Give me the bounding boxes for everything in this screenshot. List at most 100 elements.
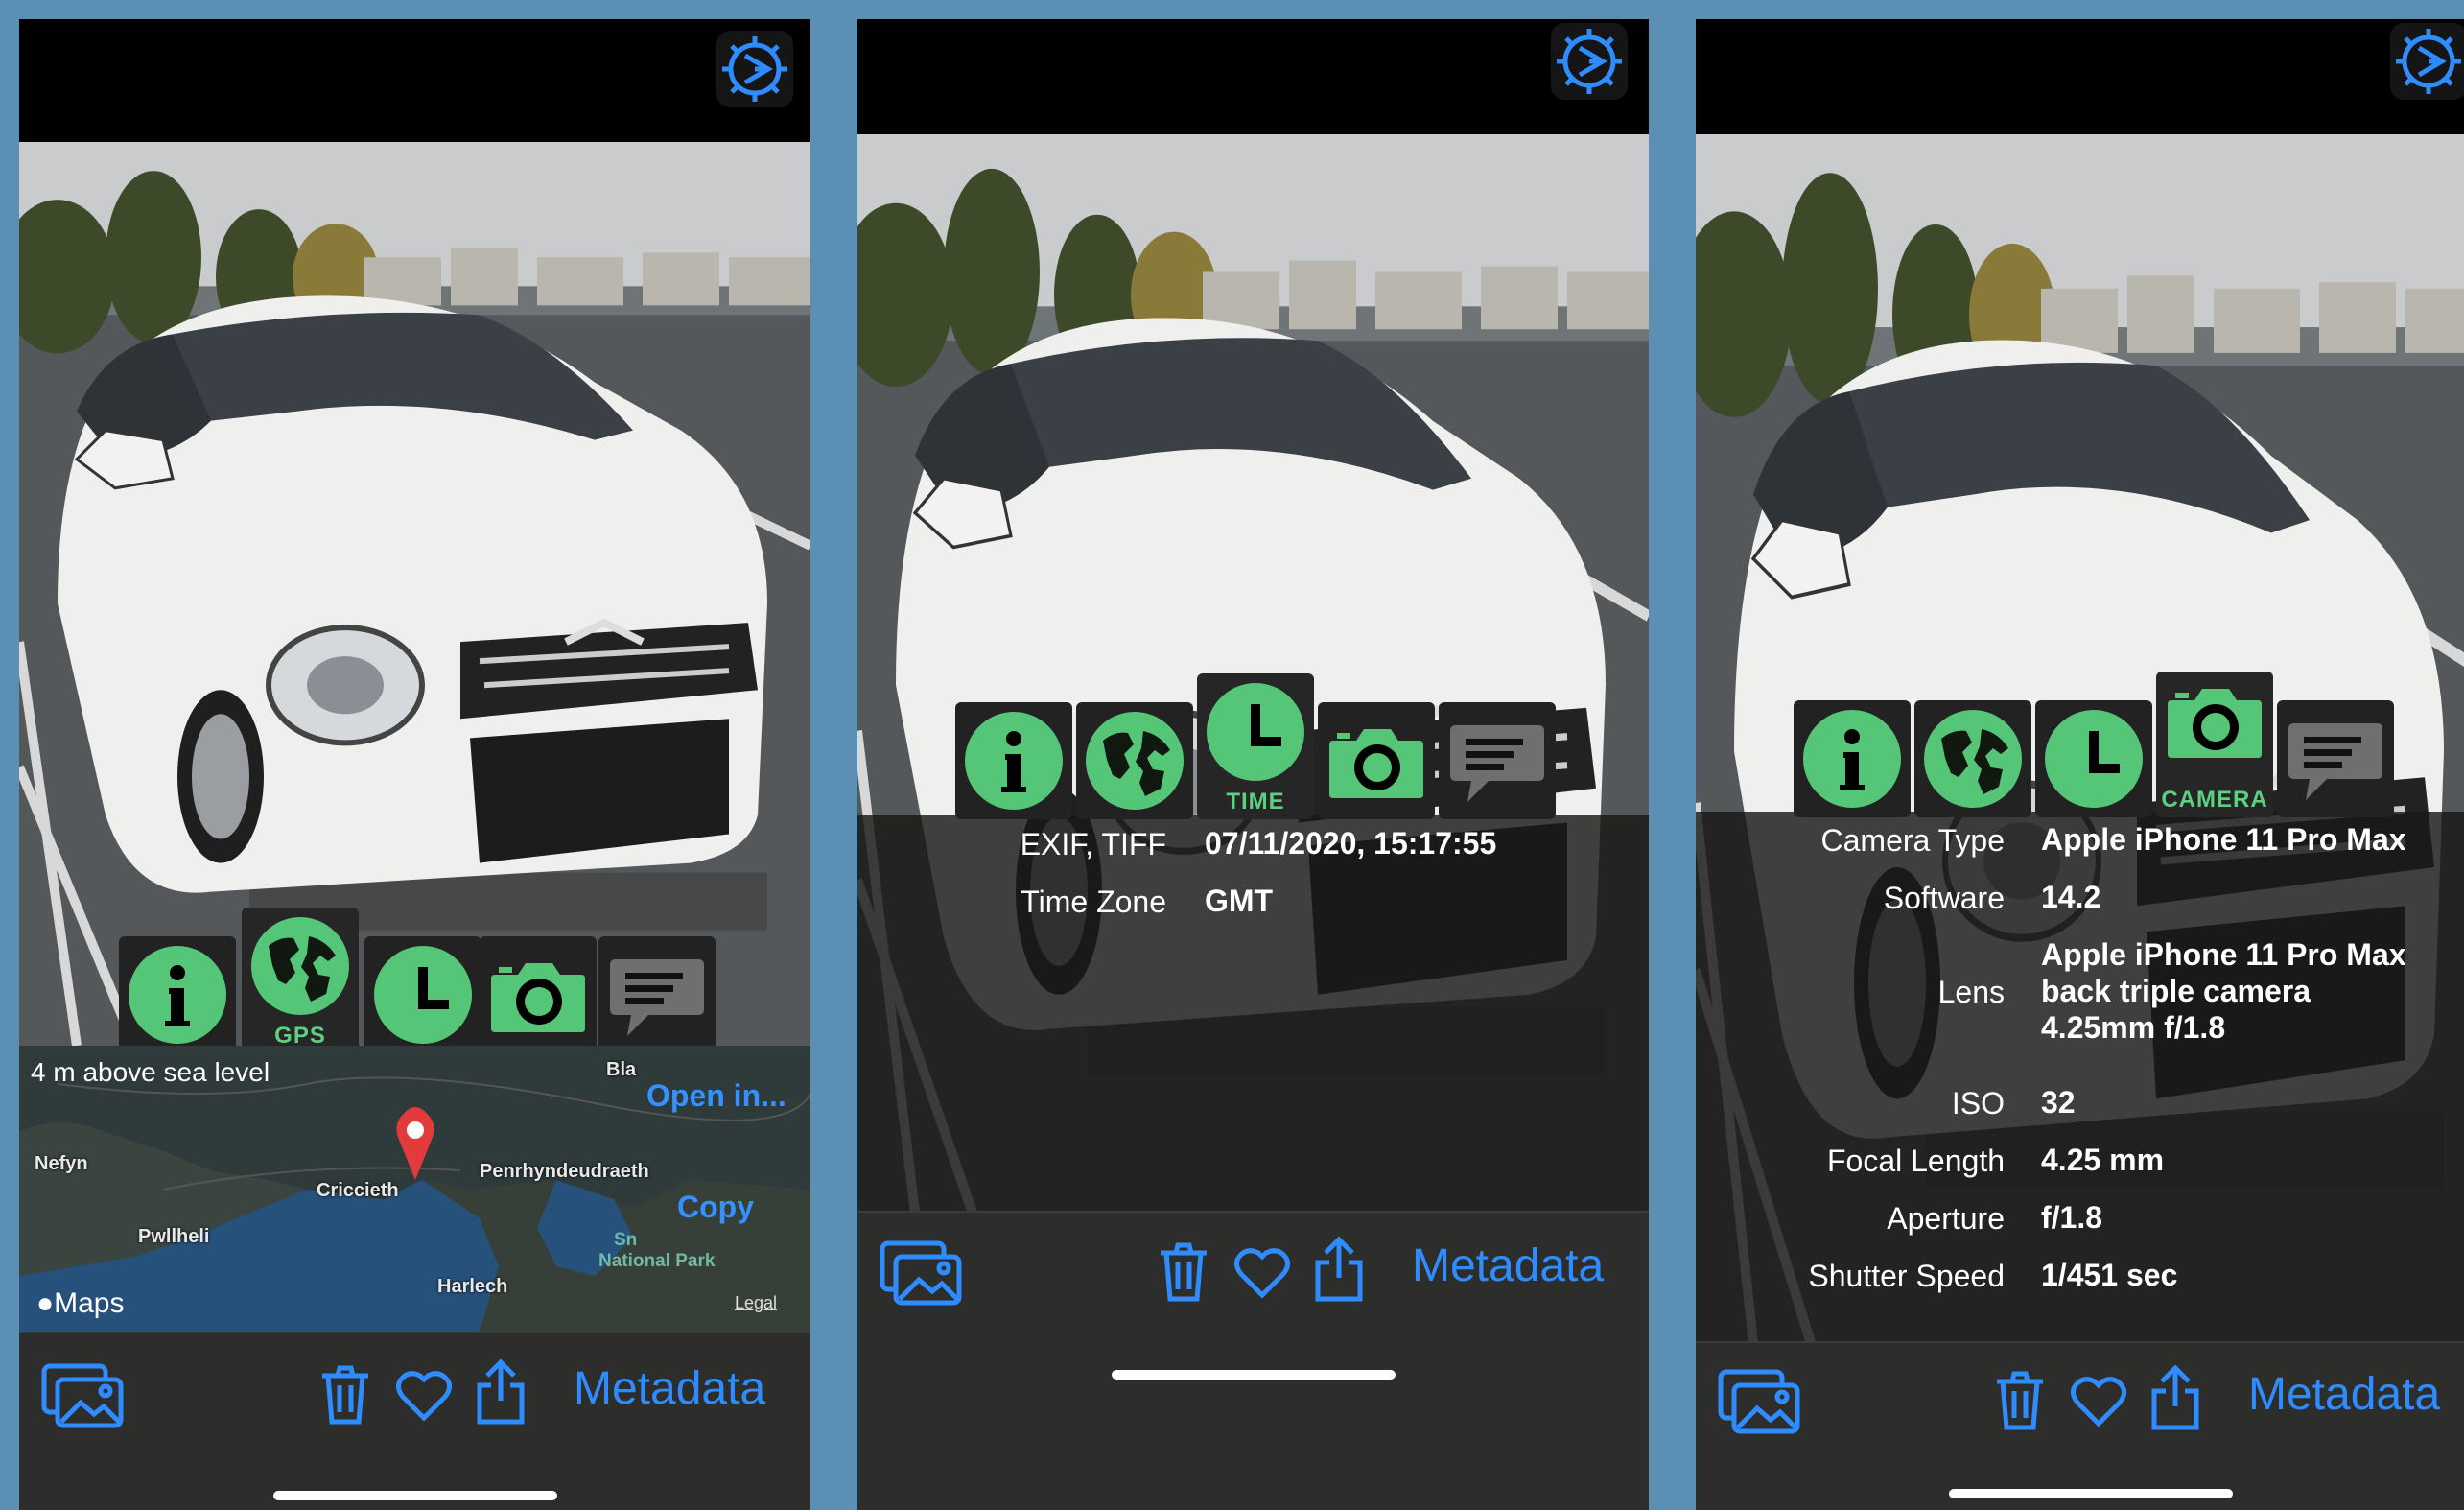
info-icon <box>129 946 226 1044</box>
tab-info[interactable] <box>1794 700 1911 817</box>
camera-value: 1/451 sec <box>2041 1258 2178 1292</box>
top-bar <box>857 19 1649 134</box>
top-bar <box>19 19 810 142</box>
camera-key: Focal Length <box>1826 1144 2005 1178</box>
map-label: Sn <box>614 1230 638 1250</box>
info-overlay <box>857 815 1649 1213</box>
favorite-button[interactable] <box>1233 1245 1291 1299</box>
lens-line: Apple iPhone 11 Pro Max <box>2041 937 2406 972</box>
globe-icon <box>1924 710 2022 808</box>
delete-button[interactable] <box>1157 1241 1210 1303</box>
tab-time[interactable] <box>364 936 481 1053</box>
altitude-text: 4 m above sea level <box>31 1057 270 1087</box>
metadata-button[interactable]: Metadata <box>2248 1368 2440 1421</box>
clock-icon <box>374 946 472 1044</box>
camera-value: f/1.8 <box>2041 1200 2103 1235</box>
lens-value: Apple iPhone 11 Pro Max back triple came… <box>2041 936 2406 1046</box>
trash-icon <box>1993 1370 2047 1431</box>
photo-view <box>19 142 810 1046</box>
share-button[interactable] <box>474 1358 528 1426</box>
share-button[interactable] <box>1312 1236 1366 1303</box>
tab-camera[interactable] <box>480 936 597 1053</box>
camera-key: Software <box>1883 881 2005 915</box>
speech-bubble-icon <box>2283 710 2388 808</box>
gear-icon <box>1551 23 1628 100</box>
photo-library-icon <box>1717 1368 1803 1435</box>
heart-icon <box>395 1368 453 1422</box>
settings-button[interactable] <box>2390 23 2464 100</box>
tab-label: CAMERA <box>2161 787 2268 813</box>
camera-key: Aperture <box>1887 1201 2005 1236</box>
time-value: GMT <box>1205 884 1274 918</box>
camera-icon <box>485 946 591 1044</box>
camera-key: Camera Type <box>1820 823 2006 858</box>
delete-button[interactable] <box>1993 1370 2047 1431</box>
tab-gps[interactable] <box>1076 702 1193 819</box>
clock-icon <box>1207 683 1304 781</box>
gear-icon <box>716 31 793 107</box>
metadata-tabs: GPS <box>119 908 716 1053</box>
lens-line: back triple camera <box>2041 974 2311 1008</box>
photo-library-icon <box>40 1362 127 1429</box>
legal-link[interactable]: Legal <box>735 1293 777 1313</box>
delete-button[interactable] <box>318 1364 372 1426</box>
tab-info[interactable] <box>955 702 1072 819</box>
photo-library-button[interactable] <box>1717 1368 1803 1435</box>
camera-value: 4.25 mm <box>2041 1143 2165 1177</box>
tab-comments[interactable] <box>598 936 716 1053</box>
copy-button[interactable]: Copy <box>677 1190 754 1225</box>
top-bar <box>1696 19 2464 134</box>
camera-icon <box>1324 712 1429 810</box>
metadata-button[interactable]: Metadata <box>1412 1239 1604 1292</box>
camera-key: Lens <box>1937 975 2005 1009</box>
camera-key: ISO <box>1951 1086 2005 1121</box>
globe-icon <box>1086 712 1184 810</box>
map-label: Pwllheli <box>138 1226 210 1247</box>
tab-gps[interactable]: GPS <box>242 908 359 1053</box>
camera-key: Shutter Speed <box>1808 1259 2005 1293</box>
map-label: Harlech <box>437 1276 508 1297</box>
maps-logo: ●Maps <box>36 1287 125 1319</box>
photo-library-icon <box>879 1239 965 1307</box>
tab-comments[interactable] <box>1439 702 1556 819</box>
camera-value: Apple iPhone 11 Pro Max <box>2041 822 2406 857</box>
location-map[interactable]: 4 m above sea level Open in... Copy Bla … <box>19 1046 810 1332</box>
info-icon <box>965 712 1063 810</box>
home-indicator <box>1112 1370 1396 1380</box>
metadata-button[interactable]: Metadata <box>574 1362 765 1415</box>
car-photo <box>19 142 810 1046</box>
time-key: EXIF, TIFF <box>1020 827 1166 861</box>
home-indicator <box>273 1491 557 1500</box>
photo-library-button[interactable] <box>40 1362 127 1429</box>
favorite-button[interactable] <box>395 1368 453 1422</box>
share-button[interactable] <box>2148 1364 2202 1431</box>
home-indicator <box>1949 1489 2233 1498</box>
trash-icon <box>1157 1241 1210 1303</box>
bottom-toolbar: Metadata <box>1696 1341 2464 1510</box>
info-icon <box>1803 710 1901 808</box>
map-label: Bla <box>606 1059 637 1080</box>
apple-logo-icon: ● <box>36 1287 55 1319</box>
tab-comments[interactable] <box>2277 700 2394 817</box>
map-label: Penrhyndeudraeth <box>480 1161 649 1182</box>
time-key: Time Zone <box>1021 885 1166 919</box>
gps-screen: GPS 4 m above sea level Open in... Copy … <box>19 19 810 1510</box>
tab-gps[interactable] <box>1914 700 2031 817</box>
tab-time[interactable]: TIME <box>1197 673 1314 819</box>
bottom-toolbar: Metadata <box>19 1332 810 1510</box>
bottom-toolbar: Metadata <box>857 1211 1649 1510</box>
favorite-button[interactable] <box>2070 1374 2127 1427</box>
map-label: Nefyn <box>35 1153 88 1174</box>
map-label: National Park <box>598 1251 716 1271</box>
settings-button[interactable] <box>716 31 793 107</box>
open-in-button[interactable]: Open in... <box>646 1078 786 1114</box>
tab-camera[interactable]: CAMERA <box>2156 672 2273 817</box>
photo-library-button[interactable] <box>879 1239 965 1307</box>
gear-icon <box>2390 23 2464 100</box>
settings-button[interactable] <box>1551 23 1628 100</box>
tab-time[interactable] <box>2035 700 2152 817</box>
heart-icon <box>1233 1245 1291 1299</box>
metadata-tabs: TIME <box>955 673 1569 819</box>
tab-info[interactable] <box>119 936 236 1053</box>
tab-camera[interactable] <box>1318 702 1435 819</box>
